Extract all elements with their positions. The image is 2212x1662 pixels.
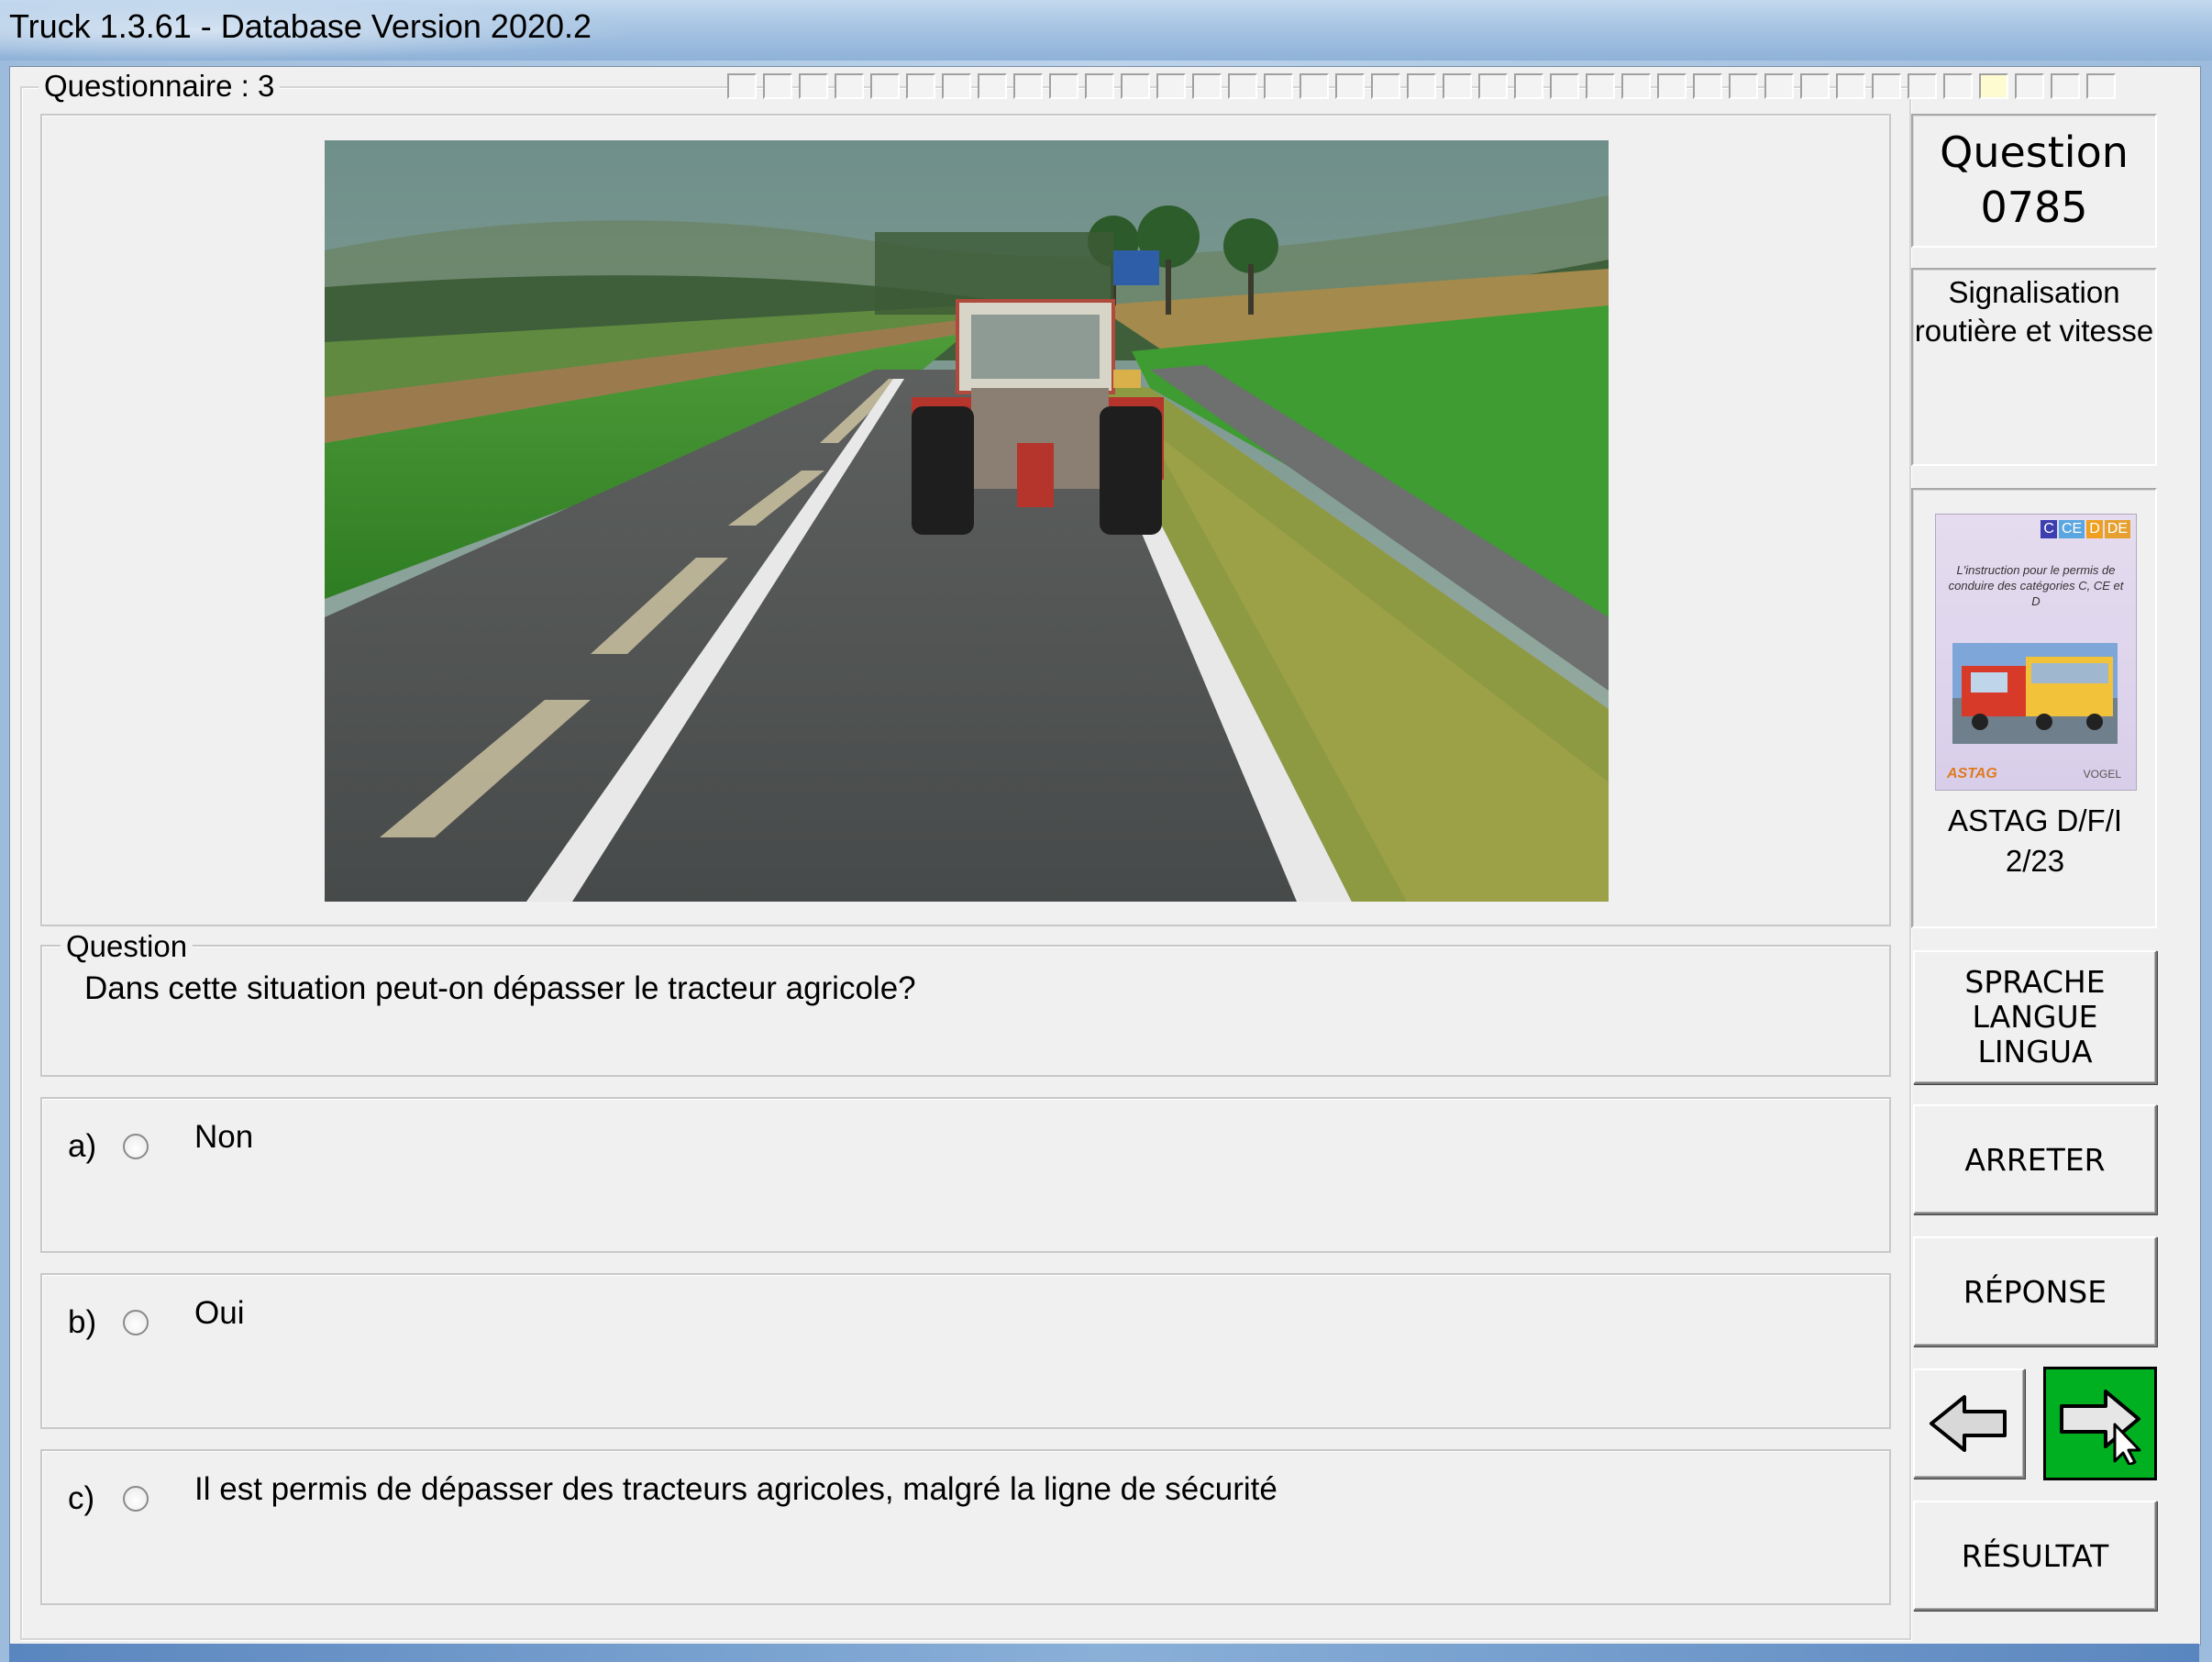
progress-cell <box>1764 73 1794 99</box>
language-label-it: LINGUA <box>1977 1034 2093 1069</box>
progress-cell <box>906 73 935 99</box>
truck-bus-illustration <box>1952 643 2118 744</box>
badge-d: D <box>2086 520 2103 538</box>
answer-b-panel[interactable] <box>40 1273 1891 1429</box>
answer-a-letter: a) <box>68 1128 97 1164</box>
progress-cell <box>1514 73 1543 99</box>
progress-cell <box>1121 73 1150 99</box>
progress-cell <box>870 73 900 99</box>
question-label: Question <box>1940 127 2129 177</box>
progress-cell <box>1371 73 1400 99</box>
publisher-right: VOGEL <box>2083 768 2121 781</box>
category-box: Signalisation routière et vitesse <box>1911 268 2157 466</box>
progress-cell <box>1943 73 1973 99</box>
book-text: L'instruction pour le permis de conduire… <box>1948 563 2124 608</box>
answer-button[interactable]: RÉPONSE <box>1913 1236 2157 1346</box>
window-title: Truck 1.3.61 - Database Version 2020.2 <box>9 7 592 45</box>
question-number-box: Question 0785 <box>1911 114 2157 248</box>
badge-ce: CE <box>2058 520 2085 538</box>
question-group-label: Question <box>61 929 194 964</box>
progress-cell <box>2015 73 2044 99</box>
title-bar: Truck 1.3.61 - Database Version 2020.2 <box>0 0 2212 61</box>
previous-button[interactable] <box>1913 1368 2025 1479</box>
category-line-2: routière et vitesse <box>1914 314 2154 348</box>
progress-cell <box>1693 73 1722 99</box>
progress-cell <box>1800 73 1830 99</box>
question-photo <box>325 140 1609 902</box>
badge-de: DE <box>2104 520 2130 538</box>
progress-cell <box>763 73 792 99</box>
answer-a-text: Non <box>194 1119 254 1155</box>
progress-cell <box>1049 73 1078 99</box>
answer-c-text: Il est permis de dépasser des tracteurs … <box>194 1471 1277 1507</box>
progress-cell <box>1729 73 1758 99</box>
road-tractor-image <box>325 140 1609 902</box>
question-panel <box>40 945 1891 1077</box>
question-text: Dans cette situation peut-on dépasser le… <box>84 970 916 1006</box>
language-label-fr: LANGUE <box>1972 999 2098 1035</box>
answer-b-text: Oui <box>194 1295 245 1331</box>
progress-cell <box>1085 73 1114 99</box>
result-button[interactable]: RÉSULTAT <box>1913 1501 2157 1611</box>
progress-cell <box>2086 73 2116 99</box>
stop-button[interactable]: ARRETER <box>1913 1104 2157 1214</box>
progress-cell <box>1872 73 1901 99</box>
progress-cell <box>1300 73 1329 99</box>
answer-b-letter: b) <box>68 1304 97 1340</box>
source-line-2: 2/23 <box>2005 844 2065 878</box>
arrow-right-icon <box>2060 1390 2141 1465</box>
progress-cell <box>2051 73 2080 99</box>
progress-cell <box>1478 73 1508 99</box>
progress-cell <box>1228 73 1257 99</box>
window-bottom-edge <box>9 1644 2199 1662</box>
progress-cell <box>1192 73 1222 99</box>
answer-b-radio[interactable] <box>123 1310 149 1335</box>
progress-cell <box>1156 73 1186 99</box>
answer-a-panel[interactable] <box>40 1097 1891 1253</box>
progress-cell <box>799 73 828 99</box>
progress-cell <box>1621 73 1651 99</box>
progress-cell <box>1550 73 1579 99</box>
language-button[interactable]: SPRACHE LANGUE LINGUA <box>1913 950 2157 1084</box>
arrow-left-icon <box>1930 1395 2007 1452</box>
progress-cell <box>978 73 1007 99</box>
progress-cell <box>1443 73 1472 99</box>
publisher-left: ASTAG <box>1947 766 1997 781</box>
progress-cell <box>727 73 757 99</box>
badge-c: C <box>2041 520 2057 538</box>
progress-cell <box>1836 73 1865 99</box>
progress-cell <box>1657 73 1687 99</box>
progress-cell <box>1908 73 1937 99</box>
category-line-1: Signalisation <box>1948 275 2120 309</box>
progress-cell <box>942 73 971 99</box>
questionnaire-label: Questionnaire : 3 <box>39 69 281 104</box>
progress-cell <box>1013 73 1043 99</box>
book-cover-image: C CE D DE L'instruction pour le permis d… <box>1935 514 2137 791</box>
source-line-1: ASTAG D/F/I <box>1947 803 2123 837</box>
answer-c-letter: c) <box>68 1480 95 1516</box>
progress-cell <box>1979 73 2008 99</box>
progress-cell <box>1264 73 1293 99</box>
next-button[interactable] <box>2043 1367 2157 1480</box>
progress-cell <box>835 73 864 99</box>
answer-c-radio[interactable] <box>123 1486 149 1512</box>
language-label-de: SPRACHE <box>1964 964 2106 1000</box>
answer-a-radio[interactable] <box>123 1134 149 1159</box>
progress-cell <box>1335 73 1365 99</box>
question-number: 0785 <box>1980 183 2088 232</box>
progress-cell <box>1407 73 1436 99</box>
progress-cells <box>727 73 2122 99</box>
progress-cell <box>1586 73 1615 99</box>
category-badges: C CE D DE <box>2041 520 2130 538</box>
